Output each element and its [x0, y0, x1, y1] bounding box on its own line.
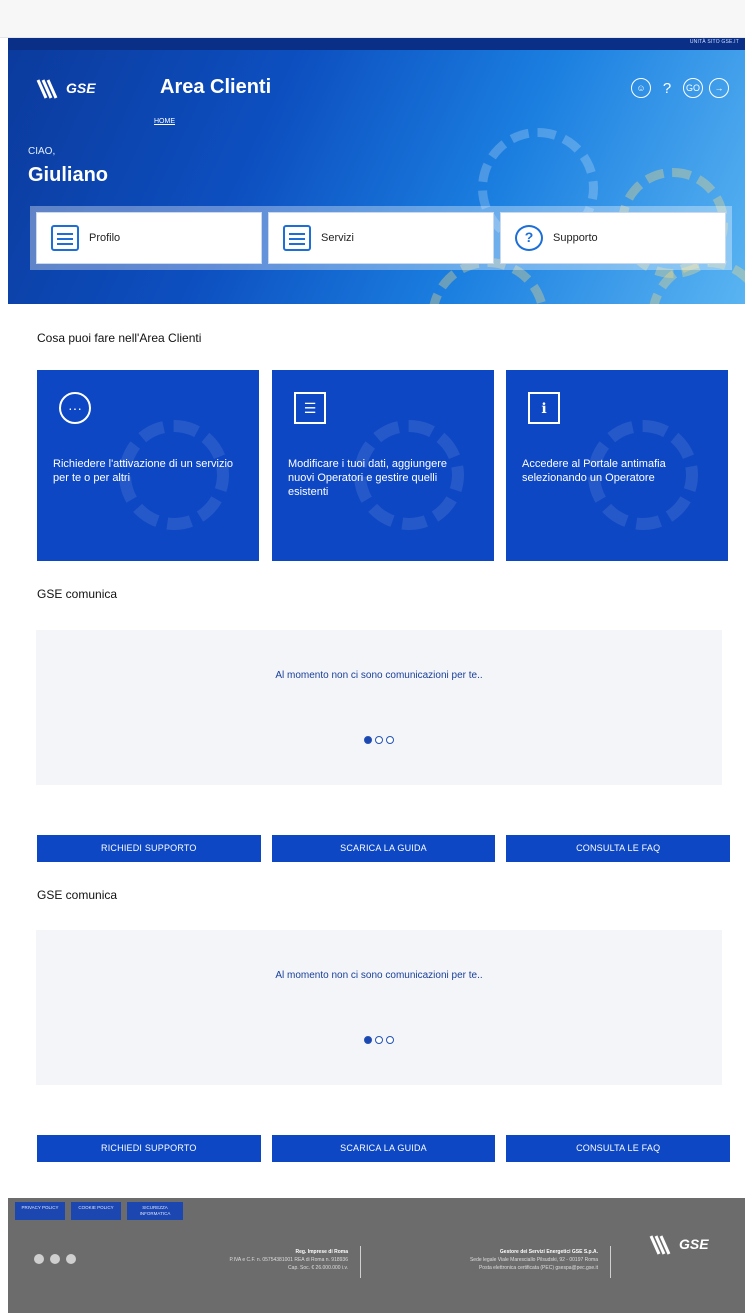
cookie-policy-link[interactable]: COOKIE POLICY: [71, 1202, 121, 1220]
registry-title: Reg. Imprese di Roma: [295, 1249, 348, 1255]
social-links: [34, 1254, 76, 1264]
quick-link-servizi[interactable]: Servizi: [268, 212, 494, 264]
chat-bubble-icon: ···: [59, 392, 91, 424]
profile-card-icon: [51, 225, 79, 251]
footer-logo-text: GSE: [679, 1236, 709, 1252]
footer-divider: [360, 1246, 361, 1278]
comm-carousel: Al momento non ci sono comunicazioni per…: [36, 930, 722, 1085]
go-label: GO: [685, 83, 700, 93]
footer-divider: [610, 1246, 611, 1278]
feature-text: Accedere al Portale antimafia selezionan…: [522, 458, 666, 484]
scarica-guida-button[interactable]: SCARICA LA GUIDA: [271, 1135, 496, 1162]
cabinet-icon: ☰: [294, 392, 326, 424]
gse-footer-logo[interactable]: GSE: [649, 1232, 725, 1258]
comm-carousel: Al momento non ci sono comunicazioni per…: [36, 630, 722, 785]
carousel-dots: [36, 736, 722, 744]
go-icon[interactable]: GO: [683, 78, 703, 98]
greeting-label: CIAO,: [28, 146, 56, 157]
registry-line: P.IVA e C.F. n. 05754381001 REA di Roma …: [229, 1257, 348, 1263]
features-title: Cosa puoi fare nell'Area Clienti: [37, 331, 202, 345]
breadcrumb-home[interactable]: HOME: [154, 118, 175, 125]
user-name: Giuliano: [28, 164, 108, 186]
youtube-icon[interactable]: [66, 1254, 76, 1264]
quick-link-label: Servizi: [321, 232, 355, 244]
linkedin-icon[interactable]: [34, 1254, 44, 1264]
quick-links: Profilo Servizi ? Supporto: [30, 206, 732, 270]
carousel-dot[interactable]: [364, 1036, 372, 1044]
richiedi-supporto-button[interactable]: RICHIEDI SUPPORTO: [37, 835, 261, 862]
carousel-dot[interactable]: [375, 1036, 383, 1044]
footer: PRIVACY POLICY COOKIE POLICY SICUREZZA I…: [8, 1198, 745, 1313]
carousel-dot[interactable]: [386, 1036, 394, 1044]
help-icon[interactable]: ?: [657, 78, 677, 98]
quick-link-profilo[interactable]: Profilo: [36, 212, 262, 264]
utility-link[interactable]: UNITÀ SITO GSE.IT: [690, 39, 739, 45]
header-hero: UNITÀ SITO GSE.IT GSE Area Clienti HOME …: [8, 38, 745, 304]
feature-text: Modificare i tuoi dati, aggiungere nuovi…: [288, 458, 447, 498]
utility-bar: UNITÀ SITO GSE.IT: [8, 38, 745, 50]
document-info-icon: ℹ: [528, 392, 560, 424]
feature-card-operatori[interactable]: ☰ Modificare i tuoi dati, aggiungere nuo…: [272, 370, 494, 561]
gse-logo[interactable]: GSE: [36, 76, 112, 102]
feature-card-antimafia[interactable]: ℹ Accedere al Portale antimafia selezion…: [506, 370, 728, 561]
carousel-dots: [36, 1036, 722, 1044]
scarica-guida-button[interactable]: SCARICA LA GUIDA: [271, 835, 496, 862]
company-line: Sede legale Viale Maresciallo Pilsudski,…: [469, 1257, 598, 1263]
support-icon[interactable]: ☺: [631, 78, 651, 98]
feature-card-attivazione[interactable]: ··· Richiedere l'attivazione di un servi…: [37, 370, 259, 561]
company-info: Gestore dei Servizi Energetici GSE S.p.A…: [380, 1248, 598, 1272]
registry-info: Reg. Imprese di Roma P.IVA e C.F. n. 057…: [148, 1248, 348, 1272]
company-title: Gestore dei Servizi Energetici GSE S.p.A…: [499, 1249, 598, 1255]
action-buttons: RICHIEDI SUPPORTO SCARICA LA GUIDA CONSU…: [37, 835, 731, 862]
carousel-dot[interactable]: [375, 736, 383, 744]
comm-title: GSE comunica: [37, 587, 118, 601]
quick-link-label: Supporto: [553, 232, 598, 244]
support-help-icon: ?: [515, 225, 543, 251]
quick-link-supporto[interactable]: ? Supporto: [500, 212, 726, 264]
browser-top-strip: [0, 0, 745, 38]
twitter-icon[interactable]: [50, 1254, 60, 1264]
comm-message: Al momento non ci sono comunicazioni per…: [275, 970, 483, 981]
comm-message: Al momento non ci sono comunicazioni per…: [275, 670, 483, 681]
carousel-dot[interactable]: [386, 736, 394, 744]
logo-text: GSE: [66, 80, 96, 96]
footer-links: PRIVACY POLICY COOKIE POLICY SICUREZZA I…: [15, 1202, 183, 1220]
privacy-policy-link[interactable]: PRIVACY POLICY: [15, 1202, 65, 1220]
registry-line: Cap. Soc. € 26.000.000 i.v.: [288, 1265, 348, 1271]
quick-link-label: Profilo: [89, 232, 121, 244]
security-link[interactable]: SICUREZZA INFORMATICA: [127, 1202, 183, 1220]
action-buttons: RICHIEDI SUPPORTO SCARICA LA GUIDA CONSU…: [37, 1135, 731, 1162]
carousel-dot[interactable]: [364, 736, 372, 744]
feature-text: Richiedere l'attivazione di un servizio …: [53, 458, 234, 484]
header-actions: ☺ ? GO →: [631, 78, 729, 98]
app-title: Area Clienti: [160, 76, 272, 98]
comm-title: GSE comunica: [37, 888, 118, 902]
richiedi-supporto-button[interactable]: RICHIEDI SUPPORTO: [37, 1135, 261, 1162]
company-line: Posta elettronica certificata (PEC) gses…: [478, 1265, 598, 1271]
services-doc-icon: [283, 225, 311, 251]
logout-icon[interactable]: →: [709, 78, 729, 98]
consulta-faq-button[interactable]: CONSULTA LE FAQ: [506, 1135, 731, 1162]
consulta-faq-button[interactable]: CONSULTA LE FAQ: [506, 835, 731, 862]
